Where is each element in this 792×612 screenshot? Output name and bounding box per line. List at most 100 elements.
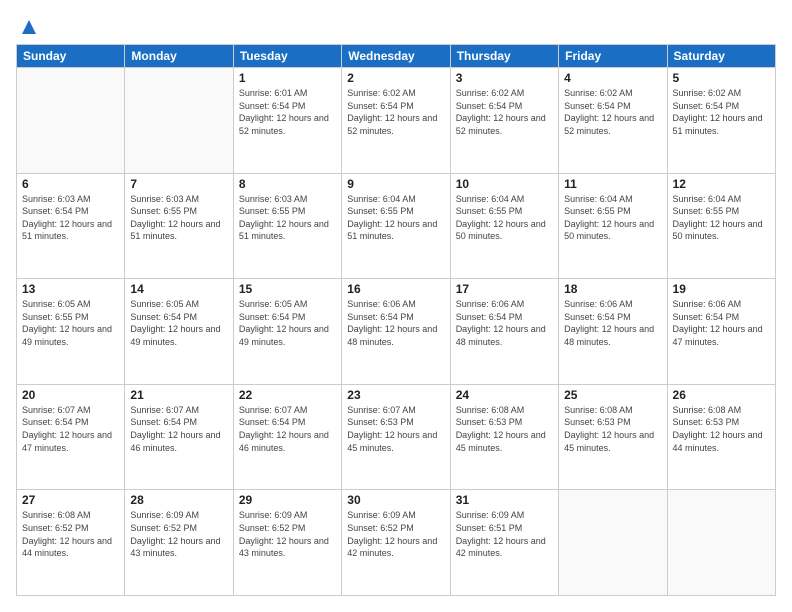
day-cell: 10 Sunrise: 6:04 AM Sunset: 6:55 PM Dayli… [450, 173, 558, 279]
day-info: Sunrise: 6:03 AM Sunset: 6:55 PM Dayligh… [239, 193, 336, 243]
day-number: 15 [239, 282, 336, 296]
day-number: 13 [22, 282, 119, 296]
page: SundayMondayTuesdayWednesdayThursdayFrid… [0, 0, 792, 612]
day-cell: 2 Sunrise: 6:02 AM Sunset: 6:54 PM Daylig… [342, 68, 450, 174]
day-info: Sunrise: 6:02 AM Sunset: 6:54 PM Dayligh… [456, 87, 553, 137]
day-info: Sunrise: 6:09 AM Sunset: 6:52 PM Dayligh… [239, 509, 336, 559]
day-cell: 5 Sunrise: 6:02 AM Sunset: 6:54 PM Daylig… [667, 68, 775, 174]
day-cell: 18 Sunrise: 6:06 AM Sunset: 6:54 PM Dayli… [559, 279, 667, 385]
day-cell: 20Sunrise: 6:07 AM Sunset: 6:54 PM Dayli… [17, 384, 125, 490]
day-info: Sunrise: 6:07 AM Sunset: 6:54 PM Dayligh… [22, 404, 119, 454]
day-number: 21 [130, 388, 227, 402]
day-number: 3 [456, 71, 553, 85]
day-info: Sunrise: 6:07 AM Sunset: 6:54 PM Dayligh… [130, 404, 227, 454]
weekday-wednesday: Wednesday [342, 45, 450, 68]
day-number: 25 [564, 388, 661, 402]
day-number: 31 [456, 493, 553, 507]
week-row-3: 13 Sunrise: 6:05 AM Sunset: 6:55 PM Dayli… [17, 279, 776, 385]
day-cell [17, 68, 125, 174]
day-info: Sunrise: 6:08 AM Sunset: 6:53 PM Dayligh… [564, 404, 661, 454]
logo [16, 16, 40, 34]
week-row-4: 20Sunrise: 6:07 AM Sunset: 6:54 PM Dayli… [17, 384, 776, 490]
day-number: 16 [347, 282, 444, 296]
day-number: 17 [456, 282, 553, 296]
day-cell: 17 Sunrise: 6:06 AM Sunset: 6:54 PM Dayli… [450, 279, 558, 385]
day-cell: 22Sunrise: 6:07 AM Sunset: 6:54 PM Dayli… [233, 384, 341, 490]
day-number: 10 [456, 177, 553, 191]
day-cell: 6 Sunrise: 6:03 AM Sunset: 6:54 PM Daylig… [17, 173, 125, 279]
day-cell: 14Sunrise: 6:05 AM Sunset: 6:54 PM Dayli… [125, 279, 233, 385]
day-info: Sunrise: 6:09 AM Sunset: 6:51 PM Dayligh… [456, 509, 553, 559]
day-cell [667, 490, 775, 596]
day-cell: 27Sunrise: 6:08 AM Sunset: 6:52 PM Dayli… [17, 490, 125, 596]
day-cell: 3 Sunrise: 6:02 AM Sunset: 6:54 PM Daylig… [450, 68, 558, 174]
day-cell: 31 Sunrise: 6:09 AM Sunset: 6:51 PM Dayli… [450, 490, 558, 596]
header [16, 16, 776, 34]
day-number: 9 [347, 177, 444, 191]
day-info: Sunrise: 6:07 AM Sunset: 6:53 PM Dayligh… [347, 404, 444, 454]
day-info: Sunrise: 6:02 AM Sunset: 6:54 PM Dayligh… [347, 87, 444, 137]
day-number: 1 [239, 71, 336, 85]
day-cell: 13 Sunrise: 6:05 AM Sunset: 6:55 PM Dayli… [17, 279, 125, 385]
day-number: 29 [239, 493, 336, 507]
day-number: 19 [673, 282, 770, 296]
day-cell: 15Sunrise: 6:05 AM Sunset: 6:54 PM Dayli… [233, 279, 341, 385]
logo-icon [18, 16, 40, 38]
day-info: Sunrise: 6:05 AM Sunset: 6:55 PM Dayligh… [22, 298, 119, 348]
day-info: Sunrise: 6:02 AM Sunset: 6:54 PM Dayligh… [673, 87, 770, 137]
week-row-5: 27Sunrise: 6:08 AM Sunset: 6:52 PM Dayli… [17, 490, 776, 596]
day-number: 28 [130, 493, 227, 507]
weekday-sunday: Sunday [17, 45, 125, 68]
day-info: Sunrise: 6:03 AM Sunset: 6:55 PM Dayligh… [130, 193, 227, 243]
day-number: 8 [239, 177, 336, 191]
day-number: 2 [347, 71, 444, 85]
week-row-2: 6 Sunrise: 6:03 AM Sunset: 6:54 PM Daylig… [17, 173, 776, 279]
calendar-body: 1 Sunrise: 6:01 AM Sunset: 6:54 PM Daylig… [17, 68, 776, 596]
day-info: Sunrise: 6:04 AM Sunset: 6:55 PM Dayligh… [347, 193, 444, 243]
day-cell: 1 Sunrise: 6:01 AM Sunset: 6:54 PM Daylig… [233, 68, 341, 174]
day-info: Sunrise: 6:08 AM Sunset: 6:52 PM Dayligh… [22, 509, 119, 559]
week-row-1: 1 Sunrise: 6:01 AM Sunset: 6:54 PM Daylig… [17, 68, 776, 174]
weekday-thursday: Thursday [450, 45, 558, 68]
day-info: Sunrise: 6:09 AM Sunset: 6:52 PM Dayligh… [347, 509, 444, 559]
day-cell: 11Sunrise: 6:04 AM Sunset: 6:55 PM Dayli… [559, 173, 667, 279]
day-number: 5 [673, 71, 770, 85]
day-info: Sunrise: 6:06 AM Sunset: 6:54 PM Dayligh… [564, 298, 661, 348]
day-info: Sunrise: 6:04 AM Sunset: 6:55 PM Dayligh… [456, 193, 553, 243]
day-number: 6 [22, 177, 119, 191]
day-info: Sunrise: 6:07 AM Sunset: 6:54 PM Dayligh… [239, 404, 336, 454]
day-cell: 24 Sunrise: 6:08 AM Sunset: 6:53 PM Dayli… [450, 384, 558, 490]
weekday-tuesday: Tuesday [233, 45, 341, 68]
day-cell: 12 Sunrise: 6:04 AM Sunset: 6:55 PM Dayli… [667, 173, 775, 279]
day-cell: 25 Sunrise: 6:08 AM Sunset: 6:53 PM Dayli… [559, 384, 667, 490]
day-info: Sunrise: 6:01 AM Sunset: 6:54 PM Dayligh… [239, 87, 336, 137]
day-cell: 9 Sunrise: 6:04 AM Sunset: 6:55 PM Daylig… [342, 173, 450, 279]
day-info: Sunrise: 6:06 AM Sunset: 6:54 PM Dayligh… [347, 298, 444, 348]
day-info: Sunrise: 6:03 AM Sunset: 6:54 PM Dayligh… [22, 193, 119, 243]
day-info: Sunrise: 6:06 AM Sunset: 6:54 PM Dayligh… [456, 298, 553, 348]
day-info: Sunrise: 6:08 AM Sunset: 6:53 PM Dayligh… [673, 404, 770, 454]
day-info: Sunrise: 6:08 AM Sunset: 6:53 PM Dayligh… [456, 404, 553, 454]
day-cell: 16 Sunrise: 6:06 AM Sunset: 6:54 PM Dayli… [342, 279, 450, 385]
day-info: Sunrise: 6:09 AM Sunset: 6:52 PM Dayligh… [130, 509, 227, 559]
weekday-monday: Monday [125, 45, 233, 68]
day-cell [125, 68, 233, 174]
day-cell: 4 Sunrise: 6:02 AM Sunset: 6:54 PM Daylig… [559, 68, 667, 174]
day-info: Sunrise: 6:04 AM Sunset: 6:55 PM Dayligh… [564, 193, 661, 243]
day-cell: 7 Sunrise: 6:03 AM Sunset: 6:55 PM Daylig… [125, 173, 233, 279]
day-cell: 21 Sunrise: 6:07 AM Sunset: 6:54 PM Dayli… [125, 384, 233, 490]
day-cell: 23Sunrise: 6:07 AM Sunset: 6:53 PM Dayli… [342, 384, 450, 490]
day-cell: 30 Sunrise: 6:09 AM Sunset: 6:52 PM Dayli… [342, 490, 450, 596]
day-number: 26 [673, 388, 770, 402]
day-cell: 29 Sunrise: 6:09 AM Sunset: 6:52 PM Dayli… [233, 490, 341, 596]
day-number: 14 [130, 282, 227, 296]
day-info: Sunrise: 6:02 AM Sunset: 6:54 PM Dayligh… [564, 87, 661, 137]
day-number: 30 [347, 493, 444, 507]
day-number: 12 [673, 177, 770, 191]
day-number: 18 [564, 282, 661, 296]
day-number: 7 [130, 177, 227, 191]
calendar-table: SundayMondayTuesdayWednesdayThursdayFrid… [16, 44, 776, 596]
day-info: Sunrise: 6:04 AM Sunset: 6:55 PM Dayligh… [673, 193, 770, 243]
day-number: 4 [564, 71, 661, 85]
day-number: 24 [456, 388, 553, 402]
